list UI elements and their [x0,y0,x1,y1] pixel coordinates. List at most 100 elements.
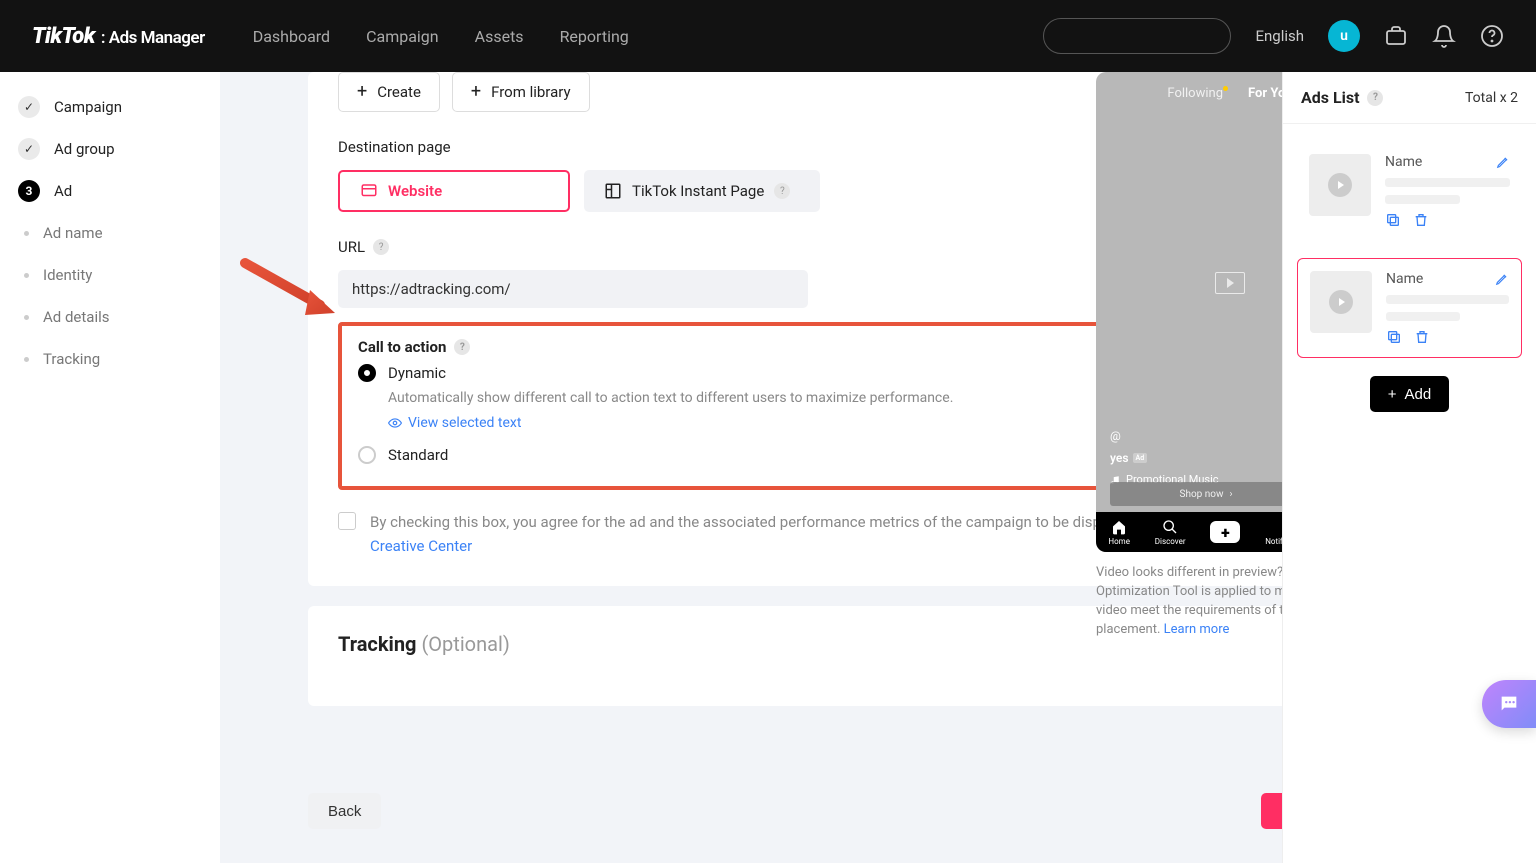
edit-button[interactable] [1496,155,1510,169]
ad-badge: Ad [1133,453,1148,463]
cta-dynamic-label: Dynamic [388,364,446,382]
video-placeholder-icon [1215,272,1245,294]
check-icon: ✓ [18,96,40,118]
skeleton [1385,195,1460,204]
play-icon [1328,173,1352,197]
consent-checkbox[interactable] [338,512,356,530]
copy-button[interactable] [1386,329,1402,345]
cta-button-preview[interactable]: Shop now› [1110,482,1302,506]
help-icon[interactable]: ? [373,239,389,255]
trash-icon [1413,212,1429,228]
help-icon[interactable]: ? [774,183,790,199]
copy-button[interactable] [1385,212,1401,228]
instant-page-icon [604,182,622,200]
chat-icon [1498,693,1520,715]
ad-list-item-2[interactable]: Name [1297,258,1522,358]
nav-reporting[interactable]: Reporting [560,27,629,46]
from-library-label: From library [491,83,570,101]
substep-adname-label: Ad name [43,224,103,242]
from-library-button[interactable]: + From library [452,72,590,112]
plus-icon: + [1388,386,1397,403]
bell-icon[interactable] [1432,24,1456,48]
substep-tracking-label: Tracking [43,350,100,368]
plus-icon: + [357,83,367,101]
home-icon [1111,519,1127,535]
ad-thumb[interactable] [1309,154,1371,216]
play-icon [1329,290,1353,314]
substep-addetails-label: Ad details [43,308,109,326]
topbar-right: English u [1043,18,1504,54]
edit-icon [1495,272,1509,286]
step-campaign[interactable]: ✓ Campaign [0,86,220,128]
skeleton [1385,178,1510,187]
ad-list-item-1[interactable]: Name [1297,142,1522,240]
step-adgroup-label: Ad group [54,140,115,158]
nav-campaign[interactable]: Campaign [366,27,439,46]
create-label: Create [377,83,421,101]
trash-icon [1414,329,1430,345]
substep-tracking[interactable]: Tracking [0,338,220,380]
tab-add[interactable]: + [1210,521,1240,543]
back-button[interactable]: Back [308,793,381,829]
briefcase-icon[interactable] [1384,24,1408,48]
ad-text: yesAd [1110,451,1219,465]
substep-addetails[interactable]: Ad details [0,296,220,338]
dest-option-website[interactable]: Website [338,170,570,212]
language-selector[interactable]: English [1255,27,1304,45]
topbar: TikTok : Ads Manager Dashboard Campaign … [0,0,1536,72]
dest-option-instant[interactable]: TikTok Instant Page ? [584,170,820,212]
delete-button[interactable] [1413,212,1429,228]
search-input[interactable] [1043,18,1231,54]
user-avatar[interactable]: u [1328,20,1360,52]
delete-button[interactable] [1414,329,1430,345]
add-ad-button[interactable]: +Add [1370,376,1449,412]
step-campaign-label: Campaign [54,98,122,116]
create-button[interactable]: + Create [338,72,440,112]
ad-meta: Name [1385,154,1510,228]
edit-button[interactable] [1495,272,1509,286]
ad-thumb[interactable] [1310,271,1372,333]
nav-dashboard[interactable]: Dashboard [253,27,330,46]
tab-home[interactable]: Home [1108,519,1130,546]
substep-identity-label: Identity [43,266,92,284]
learn-more-link[interactable]: Learn more [1164,622,1230,637]
view-selected-text-link[interactable]: View selected text [388,415,521,431]
main-area: +Create +From library Destination page W… [220,72,1380,863]
radio-unchecked-icon [358,446,376,464]
phone-info: @ yesAd Promotional Music [1110,429,1219,486]
step-adgroup[interactable]: ✓ Ad group [0,128,220,170]
logo-sub: : Ads Manager [101,28,205,48]
help-icon[interactable]: ? [454,339,470,355]
help-icon[interactable] [1480,24,1504,48]
cta-standard-label: Standard [388,446,448,464]
edit-icon [1496,155,1510,169]
substep-identity[interactable]: Identity [0,254,220,296]
left-sidebar: ✓ Campaign ✓ Ad group 3 Ad Ad name Ident… [0,72,220,863]
radio-checked-icon [358,364,376,382]
logo-main: TikTok [32,24,95,49]
plus-icon: + [471,83,481,101]
top-nav: Dashboard Campaign Assets Reporting [253,27,629,46]
skeleton [1386,312,1460,321]
nav-assets[interactable]: Assets [475,27,524,46]
tab-discover[interactable]: Discover [1155,519,1186,546]
help-icon[interactable]: ? [1367,90,1383,106]
skeleton [1386,295,1509,304]
url-input[interactable]: https://adtracking.com/ [338,270,808,308]
footer: Back Submit [308,759,1380,863]
copy-icon [1386,329,1402,345]
instant-page-label: TikTok Instant Page [632,182,764,200]
website-label: Website [388,182,442,200]
step-ad-label: Ad [54,182,72,200]
following-tab[interactable]: Following [1167,86,1228,101]
substep-adname[interactable]: Ad name [0,212,220,254]
logo[interactable]: TikTok : Ads Manager [32,24,205,49]
content-scroll[interactable]: +Create +From library Destination page W… [308,72,1380,759]
check-icon: ✓ [18,138,40,160]
search-icon [1162,519,1178,535]
rail-total: Total x 2 [1465,90,1518,106]
ads-list-rail: Ads List? Total x 2 Name Name [1282,72,1536,863]
chat-fab[interactable] [1482,680,1536,728]
step-ad[interactable]: 3 Ad [0,170,220,212]
copy-icon [1385,212,1401,228]
